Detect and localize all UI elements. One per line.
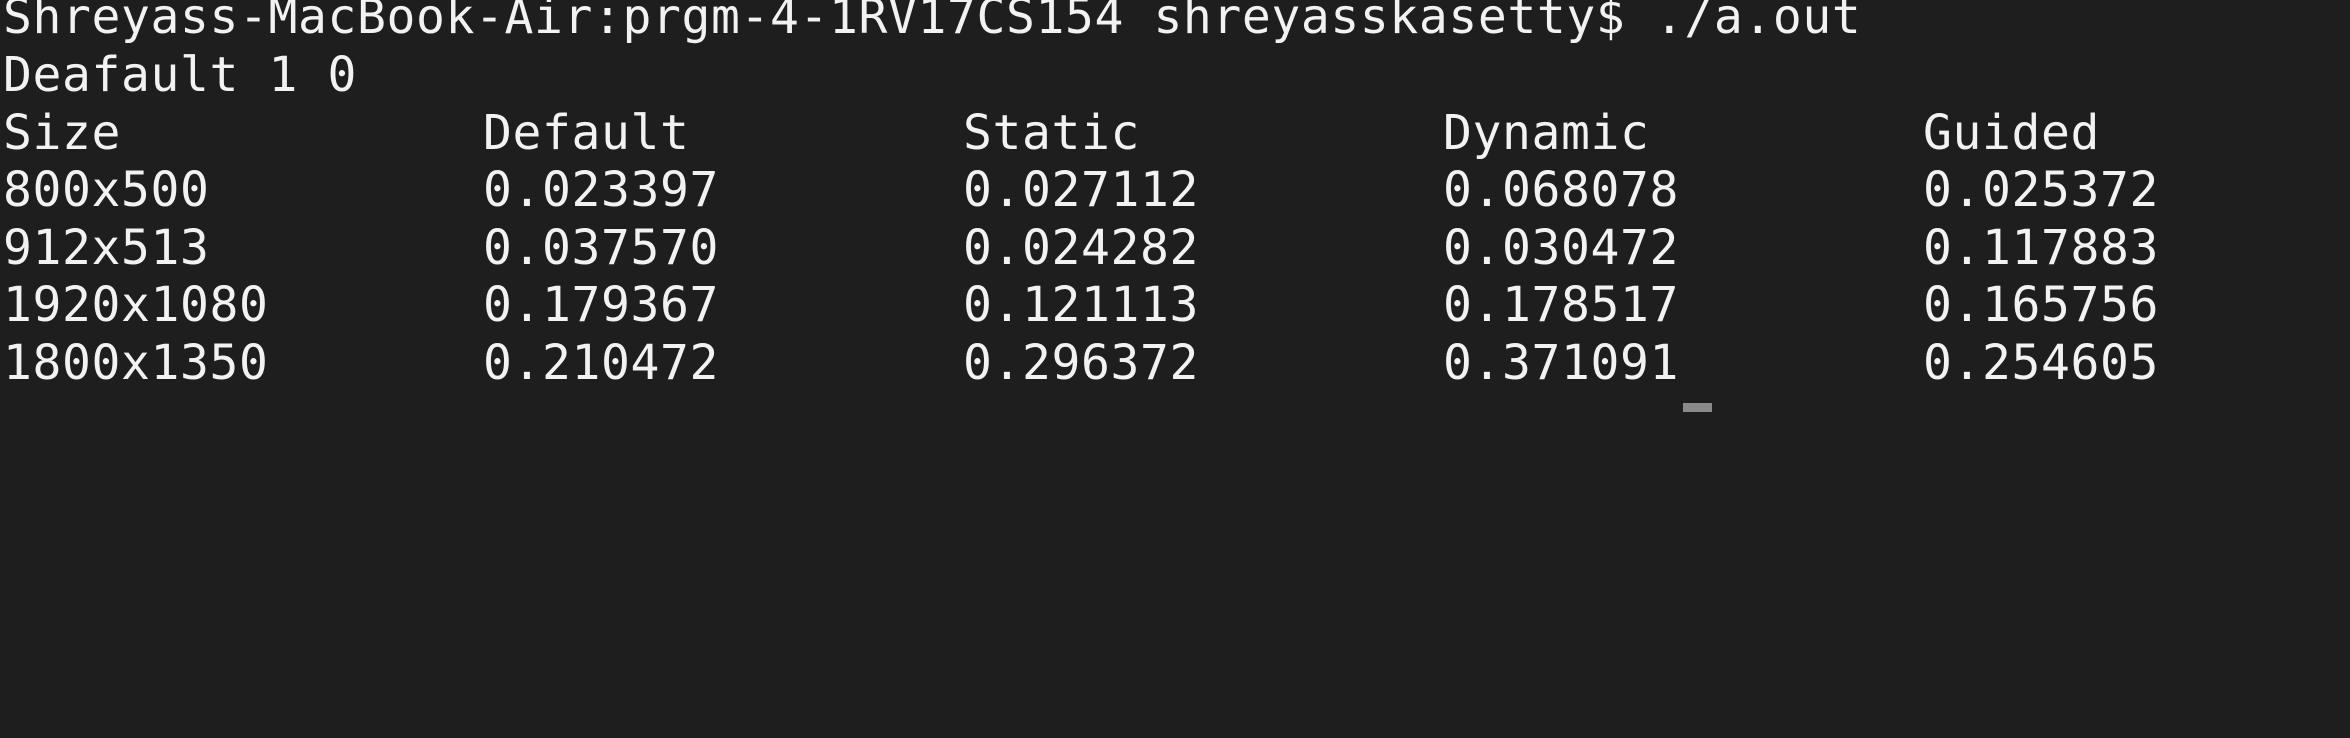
terminal-window[interactable]: Shreyass-MacBook-Air:prgm-4-1RV17CS154 s… (0, 0, 2350, 412)
row-guided: 0.254605 (1923, 335, 2159, 391)
row-default: 0.023397 (483, 162, 719, 218)
output-info-line: Deafault 1 0 (3, 47, 357, 103)
row-static: 0.024282 (963, 220, 1199, 276)
row-dynamic: 0.030472 (1443, 220, 1679, 276)
header-size: Size (3, 105, 121, 161)
row-size: 912x513 (3, 220, 210, 276)
row-dynamic: 0.371091 (1443, 335, 1679, 391)
header-default: Default (483, 105, 690, 161)
table-row: 912x513 0.037570 0.024282 0.030472 0.117… (3, 220, 2343, 278)
table-row: 1920x1080 0.179367 0.121113 0.178517 0.1… (3, 277, 2343, 335)
header-guided: Guided (1923, 105, 2100, 161)
text-cursor (1683, 403, 1712, 412)
row-size: 1800x1350 (3, 335, 269, 391)
row-guided: 0.165756 (1923, 277, 2159, 333)
prompt-line: Shreyass-MacBook-Air:prgm-4-1RV17CS154 s… (3, 0, 1862, 45)
table-row: 800x500 0.023397 0.027112 0.068078 0.025… (3, 162, 2343, 220)
row-guided: 0.025372 (1923, 162, 2159, 218)
row-size: 1920x1080 (3, 277, 269, 333)
row-static: 0.296372 (963, 335, 1199, 391)
row-static: 0.121113 (963, 277, 1199, 333)
row-default: 0.210472 (483, 335, 719, 391)
row-default: 0.179367 (483, 277, 719, 333)
row-guided: 0.117883 (1923, 220, 2159, 276)
row-dynamic: 0.068078 (1443, 162, 1679, 218)
row-size: 800x500 (3, 162, 210, 218)
row-default: 0.037570 (483, 220, 719, 276)
header-dynamic: Dynamic (1443, 105, 1650, 161)
row-dynamic: 0.178517 (1443, 277, 1679, 333)
header-static: Static (963, 105, 1140, 161)
row-static: 0.027112 (963, 162, 1199, 218)
table-row: 1800x1350 0.210472 0.296372 0.371091 0.2… (3, 335, 2343, 393)
table-header-row: Size Default Static Dynamic Guided (3, 105, 2343, 163)
